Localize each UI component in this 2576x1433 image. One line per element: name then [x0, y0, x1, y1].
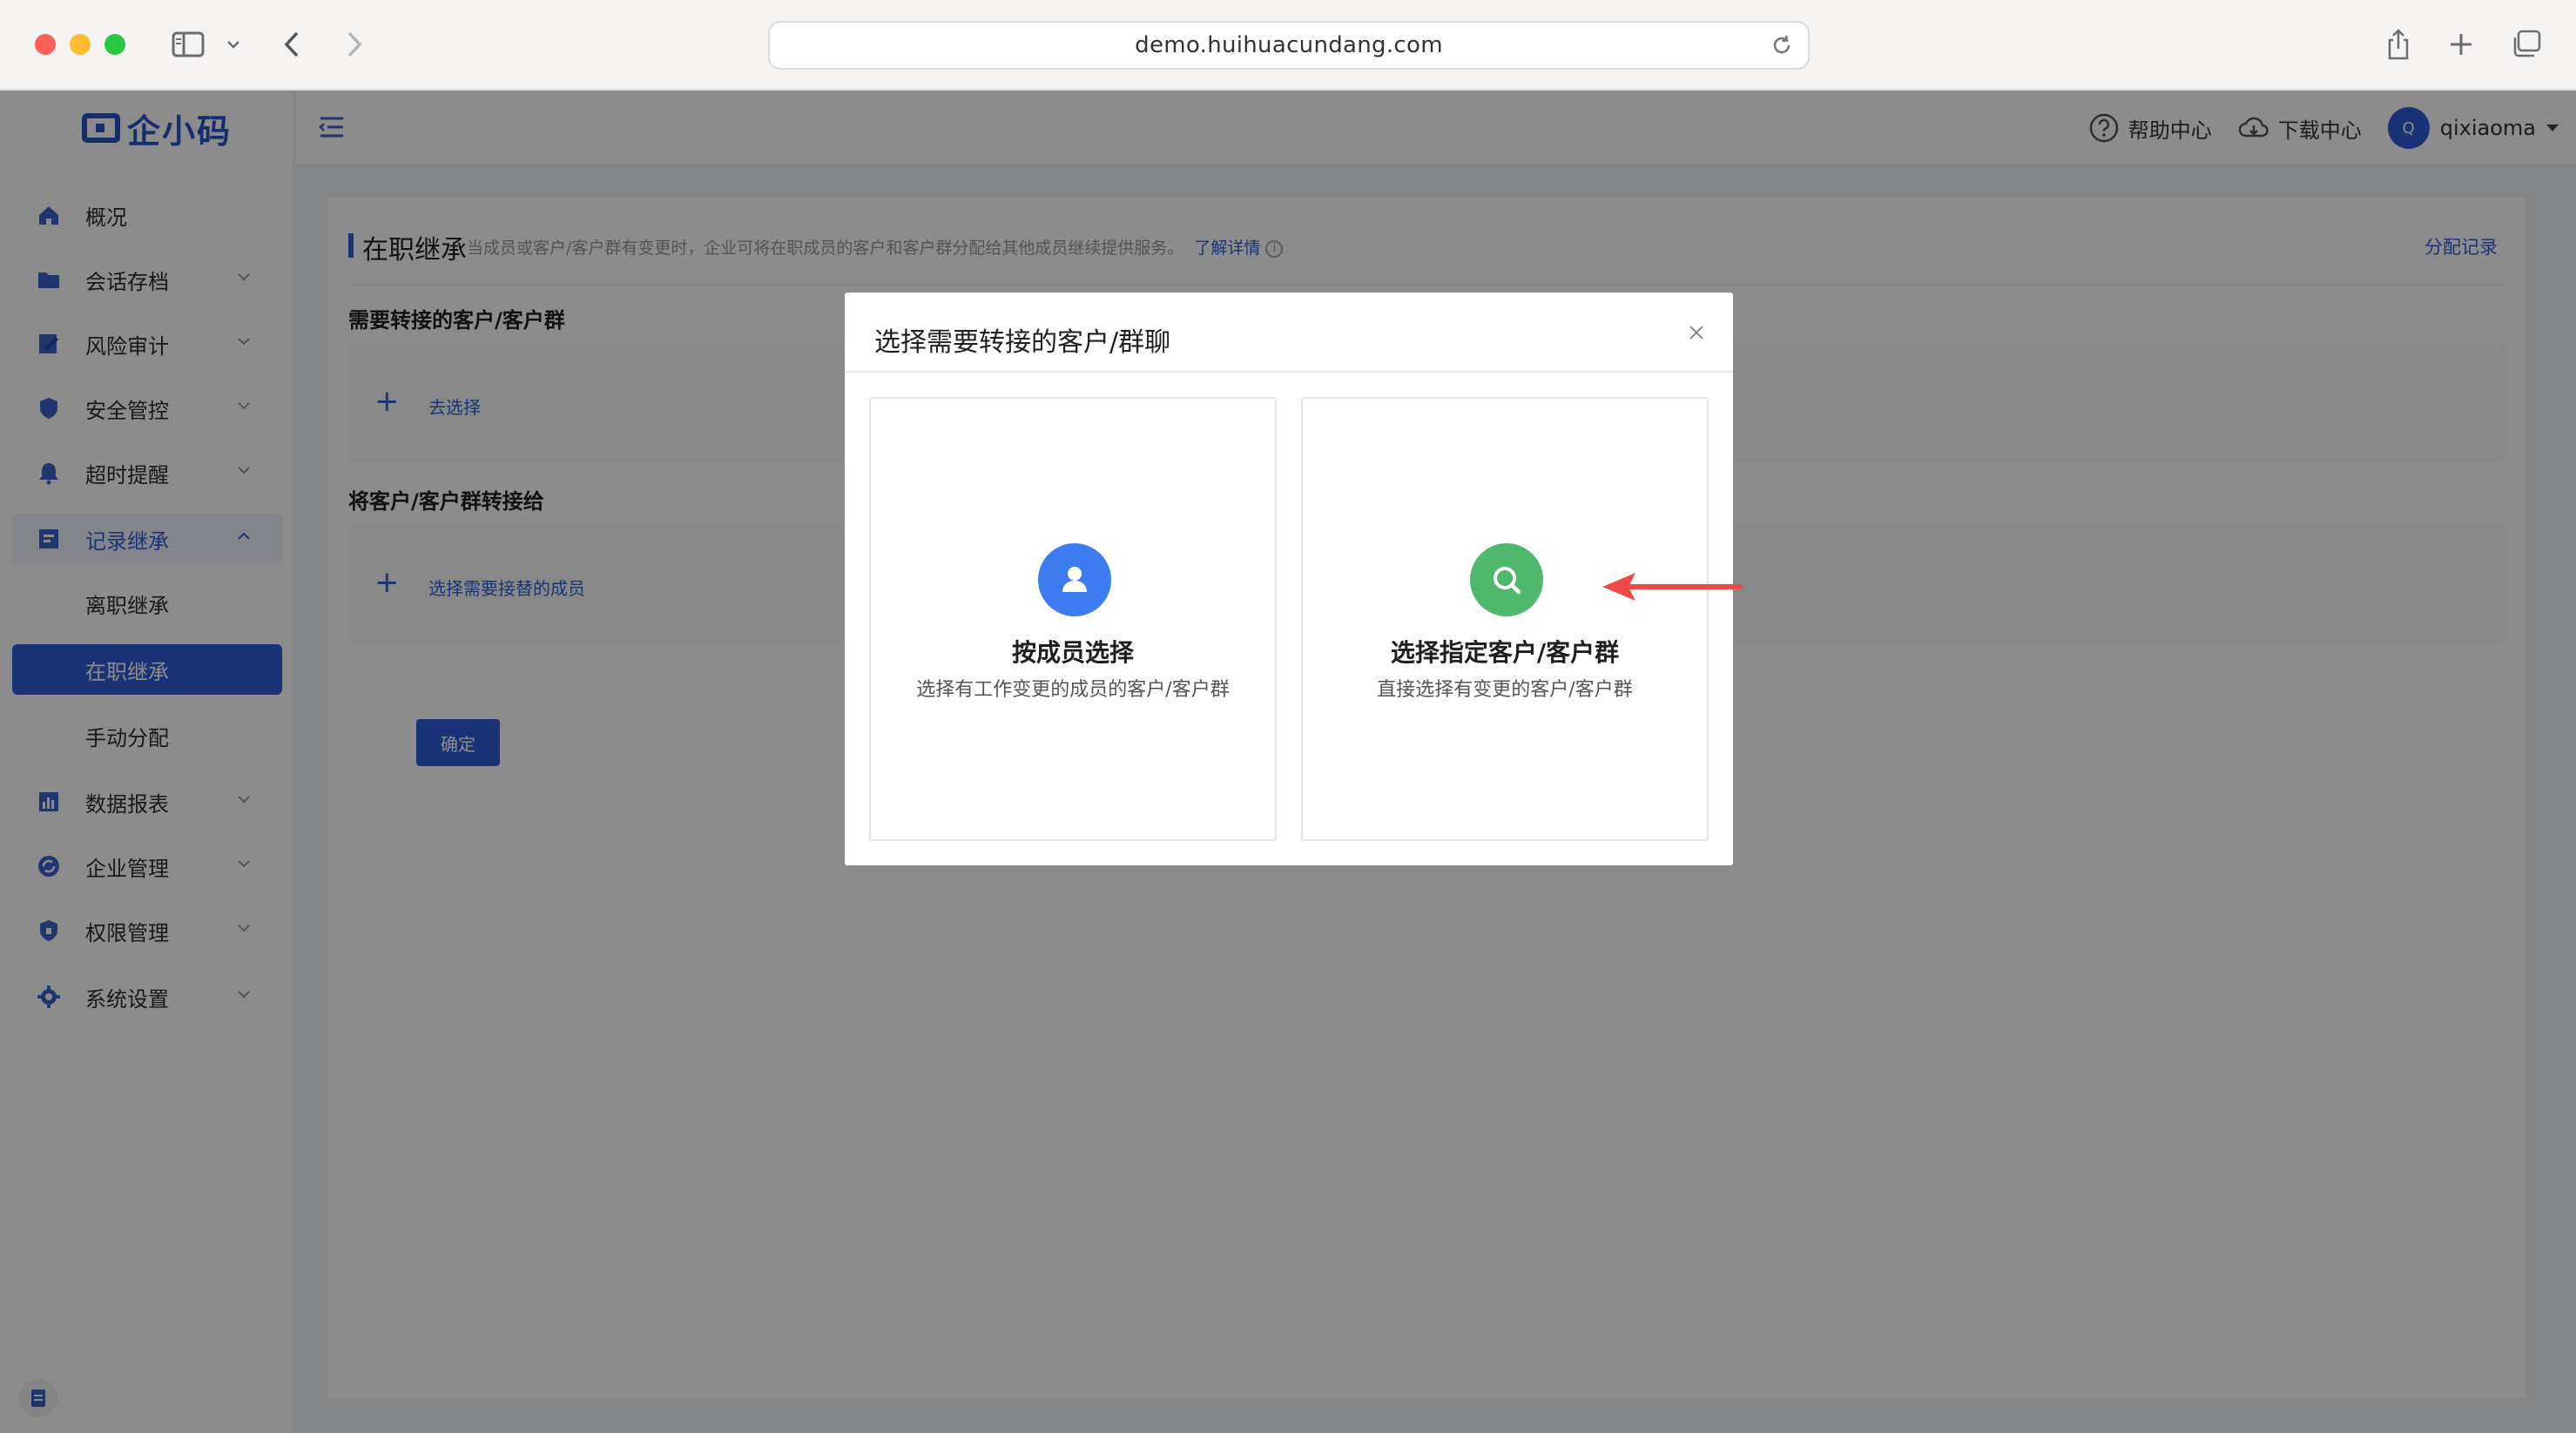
minimize-window-button[interactable] [70, 34, 91, 55]
annotation-arrow-icon [1602, 573, 1743, 601]
chevron-down-icon[interactable] [223, 26, 244, 63]
tab-overview-icon[interactable] [2508, 26, 2545, 63]
option-description: 选择有工作变更的成员的客户/客户群 [916, 679, 1230, 701]
new-tab-icon[interactable] [2444, 26, 2478, 63]
share-icon[interactable] [2381, 26, 2416, 63]
address-bar[interactable]: demo.huihuacundang.com [768, 21, 1810, 70]
back-icon[interactable] [279, 26, 305, 63]
option-specific-customer[interactable]: 选择指定客户/客户群 直接选择有变更的客户/客户群 [1301, 397, 1709, 841]
zoom-window-button[interactable] [105, 34, 125, 55]
option-title: 选择指定客户/客户群 [1390, 638, 1620, 667]
user-icon [1038, 543, 1111, 616]
url-text: demo.huihuacundang.com [1135, 32, 1443, 58]
option-title: 按成员选择 [1011, 638, 1134, 667]
sidebar-toggle-icon[interactable] [169, 26, 207, 63]
search-icon [1470, 543, 1543, 616]
option-by-member[interactable]: 按成员选择 选择有工作变更的成员的客户/客户群 [869, 397, 1277, 841]
forward-icon[interactable] [341, 26, 368, 63]
close-window-button[interactable] [35, 34, 56, 55]
select-customer-modal: 选择需要转接的客户/群聊 按成员选择 选择有工作变更的成员的客户/客户群 选择指… [845, 293, 1733, 865]
browser-toolbar: demo.huihuacundang.com [0, 0, 2576, 91]
modal-title: 选择需要转接的客户/群聊 [874, 327, 1171, 358]
close-icon[interactable] [1686, 322, 1707, 343]
option-description: 直接选择有变更的客户/客户群 [1377, 679, 1633, 701]
modal-header: 选择需要转接的客户/群聊 [845, 293, 1733, 373]
reload-icon[interactable] [1770, 33, 1794, 61]
